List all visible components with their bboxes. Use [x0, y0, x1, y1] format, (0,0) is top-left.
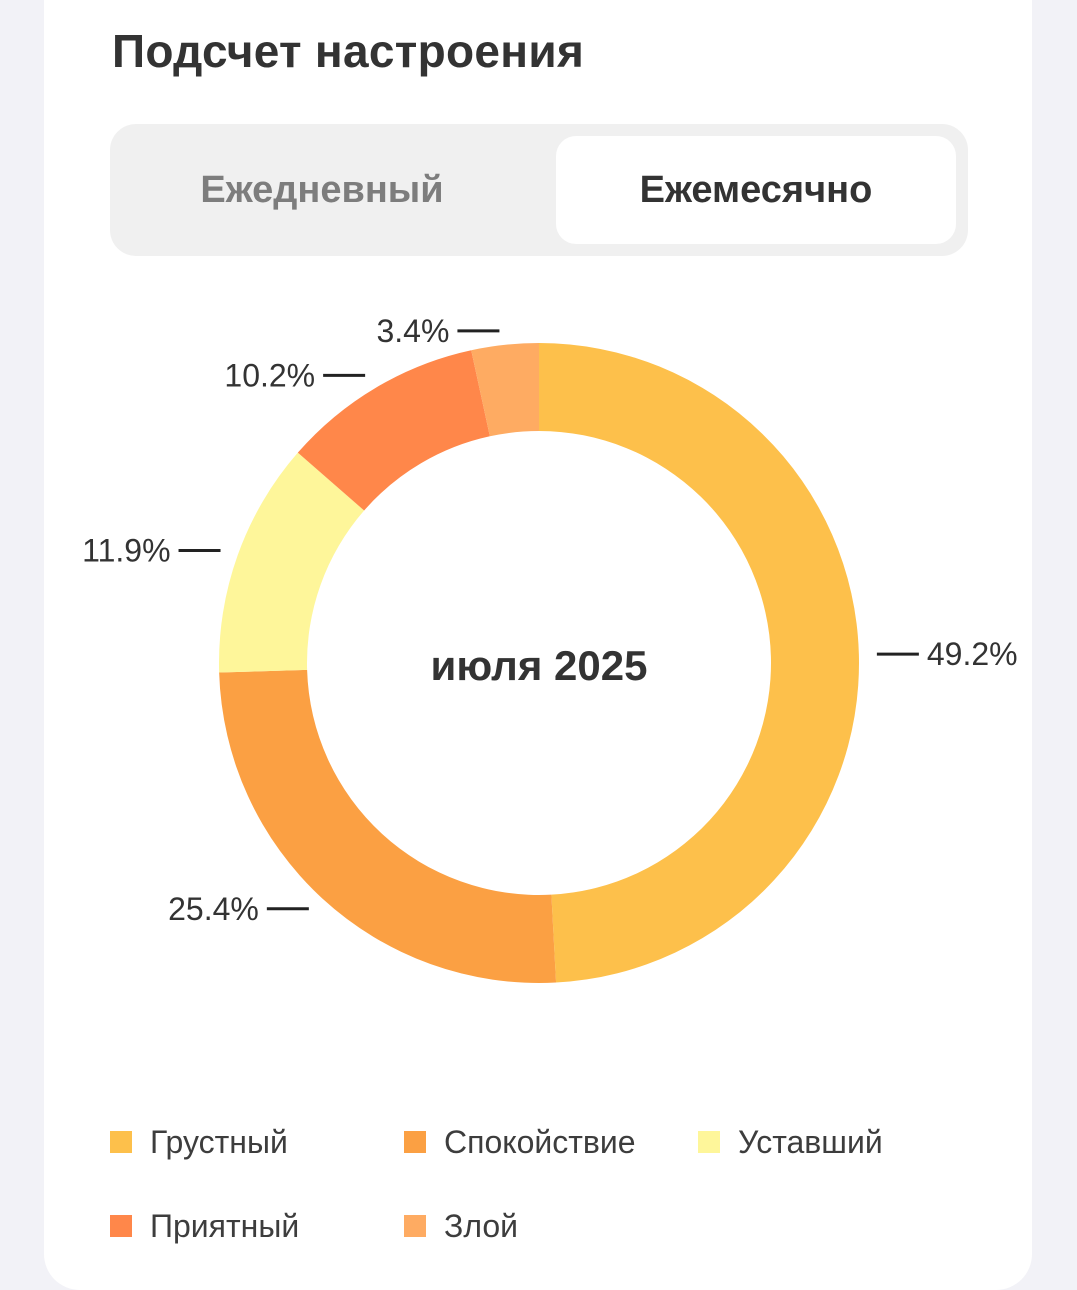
- legend-label: Спокойствие: [444, 1123, 636, 1160]
- center-label: июля 2025: [431, 642, 648, 689]
- data-label-грустный: 49.2%: [927, 636, 1018, 672]
- data-label-спокойствие: 25.4%: [168, 891, 259, 927]
- page-title: Подсчет настроения: [112, 25, 585, 77]
- legend-item-грустный[interactable]: Грустный: [110, 1122, 288, 1162]
- legend-item-уставший[interactable]: Уставший: [698, 1122, 883, 1162]
- data-label-приятный: 10.2%: [224, 357, 315, 393]
- slice-спокойствие[interactable]: [219, 669, 557, 983]
- legend-swatch: [110, 1215, 132, 1237]
- legend-swatch: [404, 1215, 426, 1237]
- legend-swatch: [404, 1131, 426, 1153]
- legend-item-спокойствие[interactable]: Спокойствие: [404, 1122, 636, 1162]
- legend-swatch: [698, 1131, 720, 1153]
- legend-label: Уставший: [738, 1123, 883, 1160]
- legend-swatch: [110, 1131, 132, 1153]
- data-label-уставший: 11.9%: [82, 532, 170, 568]
- legend-label: Приятный: [150, 1207, 300, 1244]
- legend-item-приятный[interactable]: Приятный: [110, 1206, 299, 1246]
- legend-label: Злой: [444, 1207, 519, 1244]
- data-label-злой: 3.4%: [376, 313, 449, 349]
- tab-daily[interactable]: Ежедневный: [122, 136, 522, 244]
- tab-monthly[interactable]: Ежемесячно: [556, 136, 956, 244]
- period-segmented-control: Ежедневный Ежемесячно: [110, 124, 968, 256]
- legend-label: Грустный: [150, 1123, 288, 1160]
- legend-item-злой[interactable]: Злой: [404, 1206, 518, 1246]
